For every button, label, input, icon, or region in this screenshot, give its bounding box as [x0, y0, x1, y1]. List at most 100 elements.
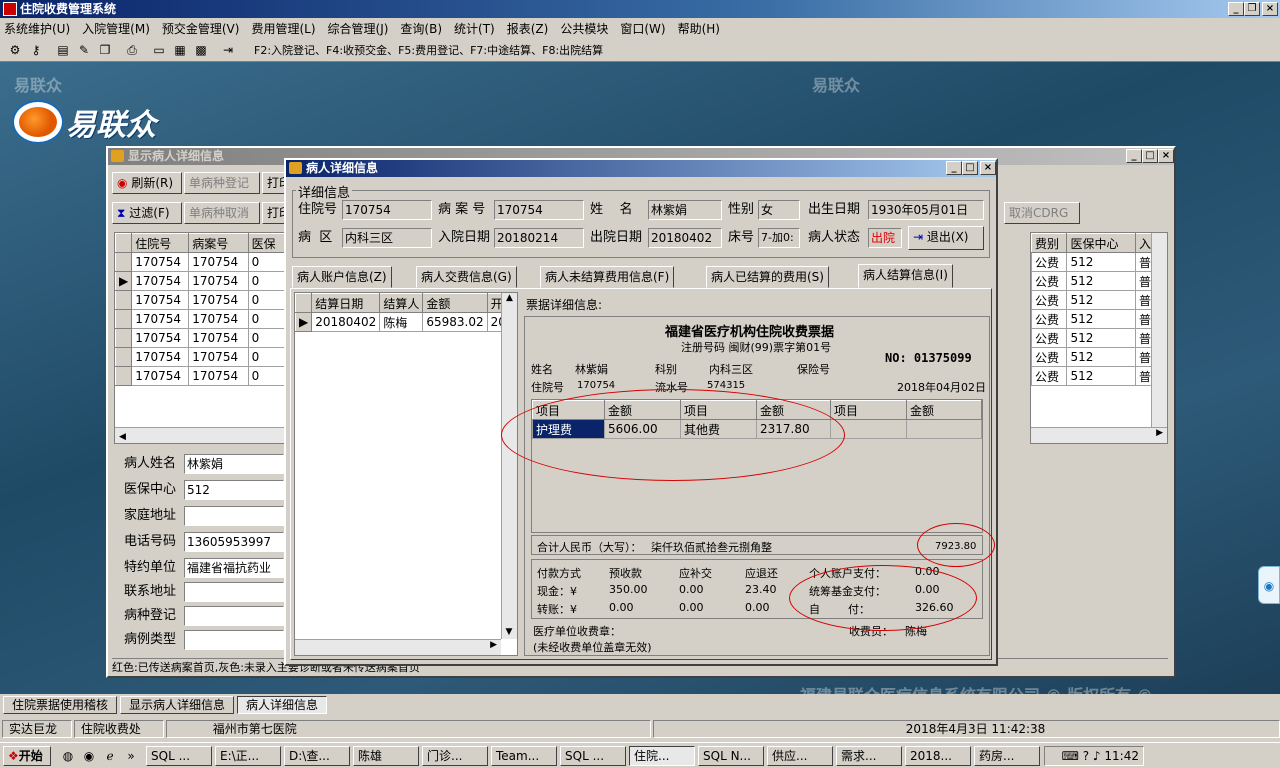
table-cell[interactable]: 170754	[188, 347, 249, 367]
maximize-icon[interactable]: □	[1142, 149, 1158, 163]
column-header[interactable]: 结算日期	[311, 293, 381, 313]
taskbar-item[interactable]: 供应...	[767, 745, 833, 766]
taskbar-item[interactable]: SQL ...	[560, 745, 626, 766]
row-selector[interactable]	[115, 252, 133, 272]
column-header[interactable]: 结算人	[379, 293, 424, 313]
table-row[interactable]: 公费512普通	[1031, 328, 1167, 348]
table-cell[interactable]: 公费	[1031, 290, 1068, 310]
table-cell[interactable]: 170754	[188, 309, 249, 329]
document-icon[interactable]: ▤	[54, 42, 72, 58]
contract-unit-field[interactable]: 福建省福抗药业	[184, 558, 284, 578]
bed-field[interactable]: 7-加0:	[758, 228, 800, 248]
menu-item[interactable]: 预交金管理(V)	[162, 20, 240, 37]
home-address-field[interactable]	[184, 506, 284, 526]
row-selector-current[interactable]: ▶	[115, 271, 133, 291]
table-cell[interactable]: 170754	[131, 328, 190, 348]
table-cell[interactable]: 170754	[188, 290, 249, 310]
browser-icon[interactable]: ◍	[59, 748, 77, 764]
sex-field[interactable]: 女	[758, 200, 800, 220]
help-icon[interactable]: ?	[1083, 749, 1093, 763]
copy-icon[interactable]: ❐	[96, 42, 114, 58]
taskbar-item[interactable]: E:\正...	[215, 745, 281, 766]
table-row[interactable]: 公费512普通	[1031, 271, 1167, 291]
taskbar-item[interactable]: D:\查...	[284, 745, 350, 766]
case-type-field[interactable]	[184, 630, 284, 650]
menu-item[interactable]: 公共模块	[560, 20, 608, 37]
keyboard-icon[interactable]: ⌨	[1062, 749, 1083, 763]
row-selector[interactable]	[115, 328, 133, 348]
table-cell[interactable]: 0	[247, 347, 285, 367]
ward-field[interactable]: 内科三区	[342, 228, 432, 248]
case-no-field[interactable]: 170754	[494, 200, 584, 220]
restore-icon[interactable]: ❐	[1244, 2, 1260, 16]
taskbar-item[interactable]: 药房...	[974, 745, 1040, 766]
scroll-down-icon[interactable]: ▼	[502, 627, 516, 637]
menu-item[interactable]: 系统维护(U)	[4, 20, 70, 37]
table-cell[interactable]: 170754	[131, 271, 190, 291]
ie-icon[interactable]: ℯ	[101, 748, 119, 764]
table-cell[interactable]: 170754	[188, 328, 249, 348]
table-cell[interactable]: 20180402	[311, 312, 381, 332]
single-disease-register-button[interactable]: 单病种登记	[184, 172, 260, 194]
window-tab-patient-list[interactable]: 显示病人详细信息	[120, 696, 235, 714]
column-header[interactable]: 金额	[422, 293, 488, 313]
scroll-right-icon[interactable]: ▶	[1156, 428, 1163, 438]
print-button-2[interactable]: 打印	[262, 202, 286, 224]
column-header[interactable]: 费别	[1031, 233, 1068, 253]
table-row[interactable]: 170754 170754 0	[115, 347, 285, 367]
table-cell[interactable]: 512	[1066, 347, 1136, 367]
phone-field[interactable]: 13605953997	[184, 532, 284, 552]
table-cell[interactable]: 0	[247, 309, 285, 329]
taskbar-item[interactable]: 需求...	[836, 745, 902, 766]
window-tab-patient-detail[interactable]: 病人详细信息	[237, 696, 328, 714]
scroll-left-icon[interactable]: ◀	[115, 432, 126, 442]
close-icon[interactable]: ×	[980, 161, 996, 175]
volume-icon[interactable]: ♪	[1093, 749, 1104, 763]
single-disease-cancel-button[interactable]: 单病种取消	[184, 202, 260, 224]
column-header[interactable]: 医保中心	[1066, 233, 1136, 253]
filter-button[interactable]: ⧗ 过滤(F)	[112, 202, 182, 224]
taskbar-item[interactable]: SQL N...	[698, 745, 764, 766]
minimize-icon[interactable]: _	[1126, 149, 1142, 163]
table-cell[interactable]: 公费	[1031, 347, 1068, 367]
horizontal-scrollbar[interactable]: ◀	[115, 427, 285, 443]
table-cell[interactable]: 公费	[1031, 366, 1068, 386]
taskbar-item[interactable]: SQL ...	[146, 745, 212, 766]
menu-item[interactable]: 报表(Z)	[507, 20, 549, 37]
taskbar-item[interactable]: 陈雄	[353, 745, 419, 766]
table-cell[interactable]: 170754	[188, 252, 249, 272]
menu-item[interactable]: 费用管理(L)	[251, 20, 315, 37]
row-selector[interactable]	[115, 366, 133, 386]
key-icon[interactable]: ⚷	[27, 42, 45, 58]
table-cell[interactable]: 公费	[1031, 328, 1068, 348]
table-cell[interactable]: 170754	[188, 271, 249, 291]
minimize-icon[interactable]: _	[946, 161, 962, 175]
admit-date-field[interactable]: 20180214	[494, 228, 584, 248]
disease-register-field[interactable]	[184, 606, 284, 626]
report-icon[interactable]: ▦	[171, 42, 189, 58]
tab-settlement-info[interactable]: 病人结算信息(I)	[858, 264, 953, 288]
floating-chat-icon[interactable]: ◉	[1258, 566, 1280, 604]
table-cell[interactable]: 170754	[131, 252, 190, 272]
row-selector[interactable]	[115, 347, 133, 367]
table-cell[interactable]: 512	[1066, 271, 1136, 291]
taskbar-item[interactable]: Team...	[491, 745, 557, 766]
tab-unsettled-fees[interactable]: 病人未结算费用信息(F)	[540, 266, 675, 288]
users-icon[interactable]: ⚙	[6, 42, 24, 58]
table-cell[interactable]: 0	[247, 328, 285, 348]
edit-icon[interactable]: ✎	[75, 42, 93, 58]
table-cell[interactable]: 512	[1066, 290, 1136, 310]
printer-icon[interactable]: ⎙	[123, 42, 141, 58]
table-cell[interactable]: 陈梅	[379, 312, 424, 332]
menu-item[interactable]: 综合管理(J)	[328, 20, 389, 37]
table-row[interactable]: 公费512普通	[1031, 309, 1167, 329]
refresh-button[interactable]: ◉ 刷新(R)	[112, 172, 182, 194]
table-row[interactable]: 公费512普通	[1031, 290, 1167, 310]
taskbar-item-active[interactable]: 住院...	[629, 745, 695, 766]
table-cell[interactable]: 512	[1066, 328, 1136, 348]
table-cell[interactable]: 170754	[131, 347, 190, 367]
table-row[interactable]: 170754 170754 0	[115, 252, 285, 272]
admission-no-field[interactable]: 170754	[342, 200, 432, 220]
tab-account-info[interactable]: 病人账户信息(Z)	[292, 266, 392, 288]
horizontal-scrollbar-right[interactable]: ▶	[1031, 427, 1167, 443]
